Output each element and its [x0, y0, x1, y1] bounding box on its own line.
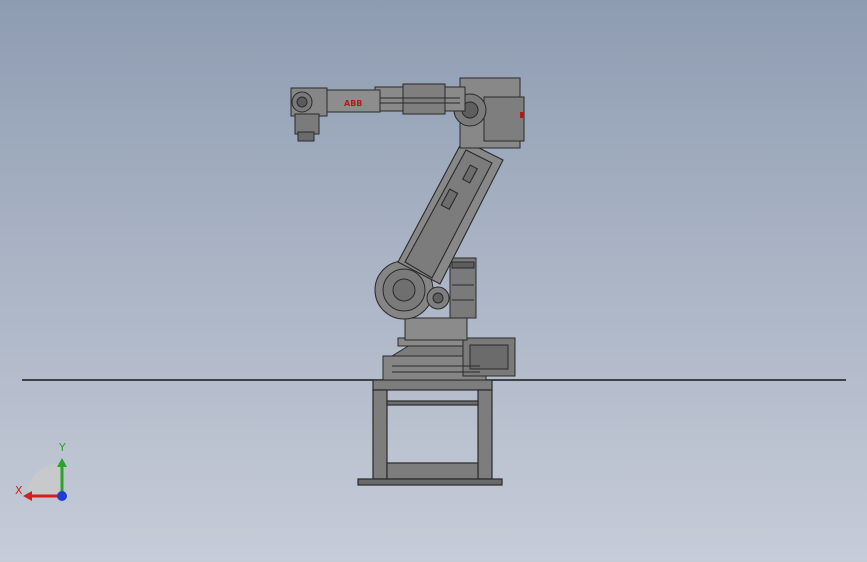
coordinate-triad: Y X — [10, 440, 80, 510]
x-axis-label: X — [15, 484, 23, 497]
robot-wrist[interactable] — [290, 87, 328, 142]
brand-logo: ABB — [344, 99, 362, 108]
graphics-viewport[interactable]: ABB Y X — [0, 0, 867, 562]
robot-scene: ABB — [22, 77, 846, 486]
triad-graphic — [23, 458, 67, 501]
pedestal-stand[interactable] — [357, 379, 503, 486]
lower-arm[interactable] — [397, 139, 504, 285]
y-axis-label: Y — [59, 441, 66, 454]
shoulder-motor[interactable] — [449, 257, 477, 319]
z-axis-dot — [57, 491, 67, 501]
robot-base[interactable] — [382, 337, 516, 381]
